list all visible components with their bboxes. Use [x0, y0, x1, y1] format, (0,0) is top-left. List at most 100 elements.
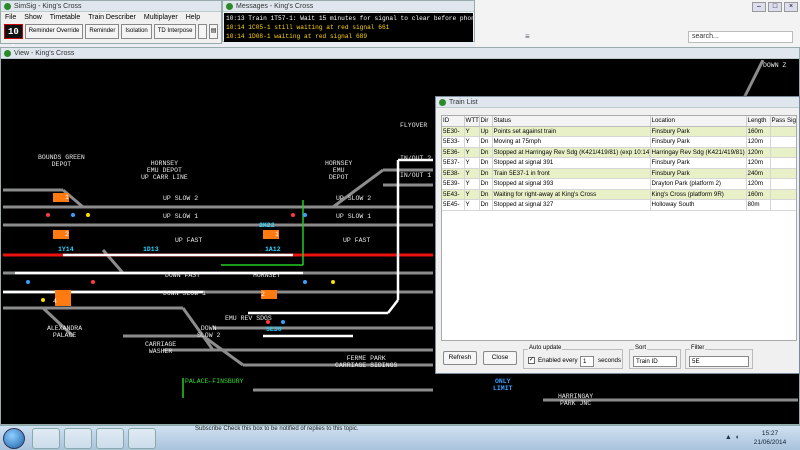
table-row[interactable]: 5E38- Y Dn Train 5E37-1 in front Finsbury Pa… — [442, 168, 797, 179]
table-row[interactable]: 5E45- Y Dn Stopped at signal 327 Holloway So… — [442, 199, 797, 211]
background-browser-window: – □ × ≡ search... — [475, 0, 800, 48]
auto-update-group: Auto update ✓ Enabled every 1 seconds — [523, 345, 623, 369]
train-description[interactable]: 5E30 — [266, 326, 282, 333]
cell: Train 5E37-1 in front — [492, 168, 651, 179]
table-row[interactable]: 5E43- Y Dn Waiting for right-away at King's… — [442, 189, 796, 200]
column-header[interactable]: C — [796, 116, 797, 126]
table-row[interactable]: 5E37- Y Dn Stopped at signal 391 Finsbury Pa… — [442, 157, 796, 169]
sort-label: Sort — [634, 345, 648, 351]
enabled-checkbox[interactable]: ✓ — [528, 357, 535, 364]
menu-file[interactable]: File — [5, 14, 16, 21]
label-up-fast: UP FAST — [343, 237, 371, 244]
cell: Drayton Park (platform 2) — [650, 178, 747, 190]
cell: Finsbury Park — [650, 157, 747, 169]
column-header[interactable]: WTT — [464, 116, 480, 127]
menu-help[interactable]: Help — [186, 14, 200, 21]
label-hornsey-emu-depot-right: HORNSEY EMU DEPOT — [325, 160, 353, 181]
label-down-slow-2: DOWN SLOW 2 — [197, 325, 221, 339]
train-description[interactable]: 1A12 — [265, 246, 281, 253]
td-interpose-button[interactable]: TD Interpose — [153, 24, 197, 39]
filter-label: Filter — [690, 345, 706, 351]
column-header[interactable]: ID — [442, 116, 465, 127]
close-icon[interactable]: × — [784, 2, 798, 12]
label-hornsey-emu-depot: HORNSEY EMU DEPOT UP CARR LINE — [141, 160, 188, 181]
maximize-icon[interactable]: □ — [768, 2, 782, 12]
reminder-button[interactable]: Reminder — [85, 24, 120, 39]
volume-icon[interactable]: ◐ — [736, 434, 740, 441]
taskbar-app-browser[interactable] — [64, 428, 92, 449]
label-in-out-2: IN/OUT 2 — [400, 155, 432, 162]
auto-update-label: Auto update — [528, 345, 563, 351]
close-button[interactable]: Close — [483, 351, 517, 365]
clock-time: 15:27 — [761, 430, 779, 437]
sort-select[interactable]: Train ID — [633, 356, 677, 367]
start-button[interactable] — [3, 428, 25, 449]
taskbar-app-explorer[interactable] — [32, 428, 60, 449]
messages-logo-icon — [226, 2, 233, 10]
cell: 5E43- — [442, 189, 465, 200]
cell: Dn — [479, 168, 493, 179]
cell: Dn — [479, 178, 493, 190]
cell: 120m — [746, 147, 771, 158]
cell: 5E37- — [442, 157, 465, 169]
messages-list[interactable]: 10:13 Train 1T57-1: Wait 15 minutes for … — [224, 13, 473, 42]
cell: 5E36- — [442, 147, 465, 158]
menu-show[interactable]: Show — [24, 14, 42, 21]
cell — [796, 168, 797, 179]
print-icon[interactable]: ▤ — [209, 24, 218, 39]
cell — [770, 147, 796, 158]
berth-box[interactable] — [55, 290, 71, 306]
cell: Y — [464, 126, 480, 137]
table-row[interactable]: 5E30- Y Up Points set against train Finsbury… — [442, 126, 796, 137]
label-emu-rev-sdgs: EMU REV SDGS — [225, 315, 272, 322]
minimize-icon[interactable]: – — [752, 2, 766, 12]
berth-number: 4 — [53, 298, 57, 305]
window-controls: – □ × — [752, 2, 798, 12]
search-input[interactable]: search... — [688, 31, 793, 43]
menu-timetable[interactable]: Timetable — [50, 14, 80, 21]
menu-train-describer[interactable]: Train Describer — [88, 14, 136, 21]
train-list-title: Train List — [449, 98, 478, 106]
menu-multiplayer[interactable]: Multiplayer — [144, 14, 178, 21]
interval-stepper[interactable]: 1 — [580, 356, 594, 367]
taskbar-clock[interactable]: 15:27 21/06/2014 — [745, 429, 795, 447]
simsig-control-window: SimSig - King's Cross File Show Timetabl… — [0, 0, 222, 67]
column-header[interactable]: Dir — [479, 116, 493, 127]
filter-input[interactable]: 5E — [689, 356, 749, 367]
train-list-table-container[interactable]: ID WTT Dir Status Location Length Pass S… — [441, 115, 797, 341]
column-header[interactable]: Length — [746, 116, 771, 127]
train-description[interactable]: 1Y14 — [58, 246, 74, 253]
view-logo-icon — [4, 49, 11, 57]
train-list-window: Train List ID WTT Dir Status Location Le… — [435, 96, 800, 374]
taskbar-app-simsig[interactable] — [96, 428, 124, 449]
cell — [796, 200, 797, 211]
cell: 5E45- — [442, 199, 465, 211]
cell: 120m — [746, 136, 771, 148]
taskbar-app-tools[interactable] — [128, 428, 156, 449]
cell — [796, 137, 797, 148]
blank-button[interactable] — [198, 24, 208, 39]
sim-clock[interactable]: 10 : 14 — [4, 24, 23, 67]
cell: Points set against train — [492, 126, 651, 137]
reminder-override-button[interactable]: Reminder Override — [24, 24, 84, 39]
table-header-row: ID WTT Dir Status Location Length Pass S… — [442, 116, 797, 127]
table-row[interactable]: 5E39- Y Dn Stopped at signal 393 Drayton Par… — [442, 178, 796, 190]
train-description[interactable]: 1D13 — [143, 246, 159, 253]
cell: 120m — [746, 157, 771, 169]
column-header[interactable]: Pass Sig — [770, 116, 796, 127]
berth-number: 2 — [261, 291, 265, 298]
label-down-z: DOWN Z — [763, 62, 787, 69]
train-description[interactable]: 2K22 — [259, 222, 275, 229]
network-icon[interactable]: ▲ — [725, 434, 732, 441]
isolation-button[interactable]: Isolation — [121, 24, 152, 39]
berth-number: 1 — [275, 231, 279, 238]
cell: Stopped at signal 391 — [492, 157, 651, 169]
column-header[interactable]: Location — [650, 116, 747, 127]
table-row[interactable]: 5E36- Y Dn Stopped at Harringay Rev Sdg (K4… — [442, 147, 796, 158]
table-row[interactable]: 5E33- Y Dn Moving at 75mph Finsbury Park 120m — [442, 136, 797, 148]
bookmark-icon[interactable]: ≡ — [525, 32, 537, 42]
train-list-title-bar: Train List — [436, 97, 799, 108]
refresh-button[interactable]: Refresh — [443, 351, 477, 365]
column-header[interactable]: Status — [492, 116, 651, 127]
cell: 5E33- — [442, 136, 465, 148]
